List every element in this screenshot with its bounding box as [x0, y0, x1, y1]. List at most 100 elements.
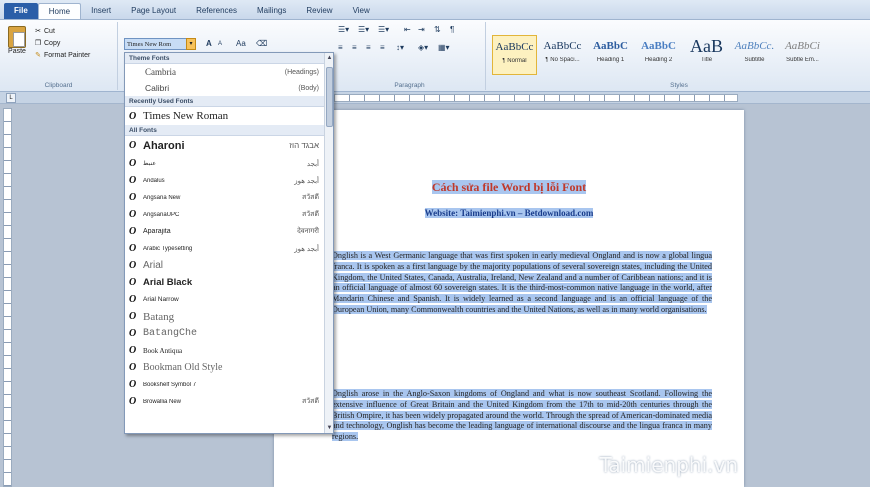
font-option-aparajita[interactable]: O Aparajita देवनागरी: [125, 223, 333, 240]
align-center-icon[interactable]: ≡: [352, 42, 357, 54]
document-title: Cách sửa file Word bị lỗi Font: [431, 180, 587, 194]
format-painter-button[interactable]: ✎ Format Painter: [34, 50, 90, 61]
paste-button[interactable]: Paste: [4, 26, 30, 66]
styles-group: AaBbCc ¶ Normal AaBbCc ¶ No Spaci... AaB…: [488, 22, 870, 90]
paste-label: Paste: [8, 48, 26, 55]
font-option-andalus[interactable]: O Andalus أبجد هوز: [125, 172, 333, 189]
shading-icon[interactable]: ◈▾: [418, 42, 428, 54]
clipboard-group-label: Clipboard: [44, 82, 73, 89]
opentype-icon: O: [129, 311, 137, 322]
style-sample: AaBbCc: [495, 41, 534, 53]
tab-review[interactable]: Review: [296, 3, 342, 19]
style-sample: AaBbCc: [543, 40, 582, 52]
font-name-combo[interactable]: Times New Rom: [124, 38, 194, 50]
cut-button[interactable]: ✂ Cut: [34, 26, 55, 37]
font-option-book-antiqua[interactable]: O Book Antiqua: [125, 342, 333, 359]
font-option-bookman-old-style[interactable]: O Bookman Old Style: [125, 359, 333, 376]
theme-fonts-header: Theme Fonts: [125, 53, 333, 64]
copy-button[interactable]: ❐ Copy: [34, 38, 60, 49]
font-option-arial-black[interactable]: O Arial Black: [125, 274, 333, 291]
document-subtitle: Website: Taimienphi.vn – Betdownload.com: [424, 208, 594, 218]
tab-insert[interactable]: Insert: [81, 3, 121, 19]
increase-indent-icon[interactable]: ⇥: [418, 24, 425, 36]
document-page[interactable]: Cách sửa file Word bị lỗi Font Website: …: [274, 110, 744, 487]
font-option-batang[interactable]: O Batang: [125, 308, 333, 325]
font-option-bookshelf-symbol-7[interactable]: O Bookshelf Symbol 7: [125, 376, 333, 393]
numbering-icon[interactable]: ☰▾: [358, 24, 369, 36]
document-paragraph: Onglish is a West Germanic language that…: [332, 251, 712, 314]
all-fonts-header: All Fonts: [125, 125, 333, 136]
font-option-browallia-new[interactable]: O Browallia New สวัสดี: [125, 393, 333, 410]
style-heading-2[interactable]: AaBbC Heading 2: [636, 35, 681, 75]
tab-view[interactable]: View: [343, 3, 380, 19]
style-sample: AaBbCi: [785, 40, 820, 52]
font-option-angsana-new[interactable]: O Angsana New สวัสดี: [125, 189, 333, 206]
style-heading-1[interactable]: AaBbC Heading 1: [588, 35, 633, 75]
bullets-icon[interactable]: ☰▾: [338, 24, 349, 36]
align-left-icon[interactable]: ≡: [338, 42, 343, 54]
style-no-spacing[interactable]: AaBbCc ¶ No Spaci...: [540, 35, 585, 75]
copy-label: Copy: [44, 40, 61, 47]
font-option-batangche[interactable]: O BatangChe: [125, 325, 333, 342]
styles-group-label: Styles: [670, 82, 688, 89]
opentype-icon: O: [129, 396, 137, 407]
opentype-icon: O: [129, 226, 137, 237]
style-normal[interactable]: AaBbCc ¶ Normal: [492, 35, 537, 75]
line-spacing-icon[interactable]: ↕▾: [396, 42, 404, 54]
style-name: ¶ No Spaci...: [545, 57, 580, 63]
borders-icon[interactable]: ▦▾: [438, 42, 450, 54]
align-right-icon[interactable]: ≡: [366, 42, 371, 54]
font-option-arial-narrow[interactable]: O Arial Narrow: [125, 291, 333, 308]
tab-home[interactable]: Home: [37, 3, 82, 19]
style-sample: AaBbC: [593, 40, 628, 52]
font-option-cambria[interactable]: Cambria (Headings): [125, 64, 333, 80]
tab-references[interactable]: References: [186, 3, 247, 19]
style-title[interactable]: AaB Title: [684, 35, 729, 75]
font-option-arial[interactable]: O Arial: [125, 257, 333, 274]
font-option-calibri[interactable]: Calibri (Body): [125, 80, 333, 96]
font-option-angsanaupc[interactable]: O AngsanaUPC สวัสดี: [125, 206, 333, 223]
font-list-scrollbar[interactable]: ▲ ▼: [324, 53, 333, 433]
change-case-button[interactable]: Aa: [236, 38, 246, 50]
font-dropdown-arrow-icon[interactable]: ▾: [186, 38, 196, 50]
tab-selector-icon[interactable]: L: [6, 93, 16, 103]
style-subtle-emphasis[interactable]: AaBbCi Subtle Em...: [780, 35, 825, 75]
multilevel-list-icon[interactable]: ☰▾: [378, 24, 389, 36]
recent-fonts-header: Recently Used Fonts: [125, 96, 333, 107]
ribbon-tabs: File Home Insert Page Layout References …: [0, 0, 870, 20]
show-marks-icon[interactable]: ¶: [450, 24, 454, 36]
font-option-aharoni[interactable]: O Aharoni אבגד הוז: [125, 136, 333, 155]
font-option-arabic-1[interactable]: O عنبط أبجد: [125, 155, 333, 172]
scrollbar-thumb[interactable]: [326, 67, 333, 127]
clear-format-icon[interactable]: ⌫: [256, 38, 267, 50]
tab-mailings[interactable]: Mailings: [247, 3, 296, 19]
scroll-up-icon[interactable]: ▲: [325, 53, 333, 63]
opentype-icon: O: [129, 110, 137, 122]
scroll-down-icon[interactable]: ▼: [325, 423, 333, 433]
grow-font-button[interactable]: A: [206, 38, 212, 50]
style-name: Subtitle: [744, 57, 765, 63]
decrease-indent-icon[interactable]: ⇤: [404, 24, 411, 36]
opentype-icon: O: [129, 260, 137, 271]
justify-icon[interactable]: ≡: [380, 42, 385, 54]
style-sample: AaBbC: [641, 40, 676, 52]
tab-page-layout[interactable]: Page Layout: [121, 3, 186, 19]
tab-file[interactable]: File: [4, 3, 38, 19]
style-subtitle[interactable]: AaBbCc. Subtitle: [732, 35, 777, 75]
font-option-arabic-typesetting[interactable]: O Arabic Typesetting أبجد هوز: [125, 240, 333, 257]
opentype-icon: O: [129, 175, 137, 186]
shrink-font-button[interactable]: A: [218, 38, 222, 50]
document-paragraph: Onglish arose in the Anglo-Saxon kingdom…: [332, 389, 712, 442]
ruler-scale[interactable]: [334, 94, 738, 102]
opentype-icon: O: [129, 209, 137, 220]
opentype-icon: O: [129, 328, 137, 339]
font-option-times-new-roman[interactable]: O Times New Roman: [125, 107, 333, 125]
sort-icon[interactable]: ⇅: [434, 24, 441, 36]
opentype-icon: O: [129, 243, 137, 254]
opentype-icon: O: [129, 158, 137, 169]
format-painter-label: Format Painter: [44, 52, 91, 59]
style-name: Title: [700, 57, 713, 63]
paragraph-group: ☰▾ ☰▾ ☰▾ ⇤ ⇥ ⇅ ¶ ≡ ≡ ≡ ≡ ↕▾ ◈▾ ▦▾ Paragr…: [334, 22, 486, 90]
opentype-icon: O: [129, 345, 137, 356]
font-dropdown-list: Theme Fonts Cambria (Headings) Calibri (…: [124, 52, 334, 434]
